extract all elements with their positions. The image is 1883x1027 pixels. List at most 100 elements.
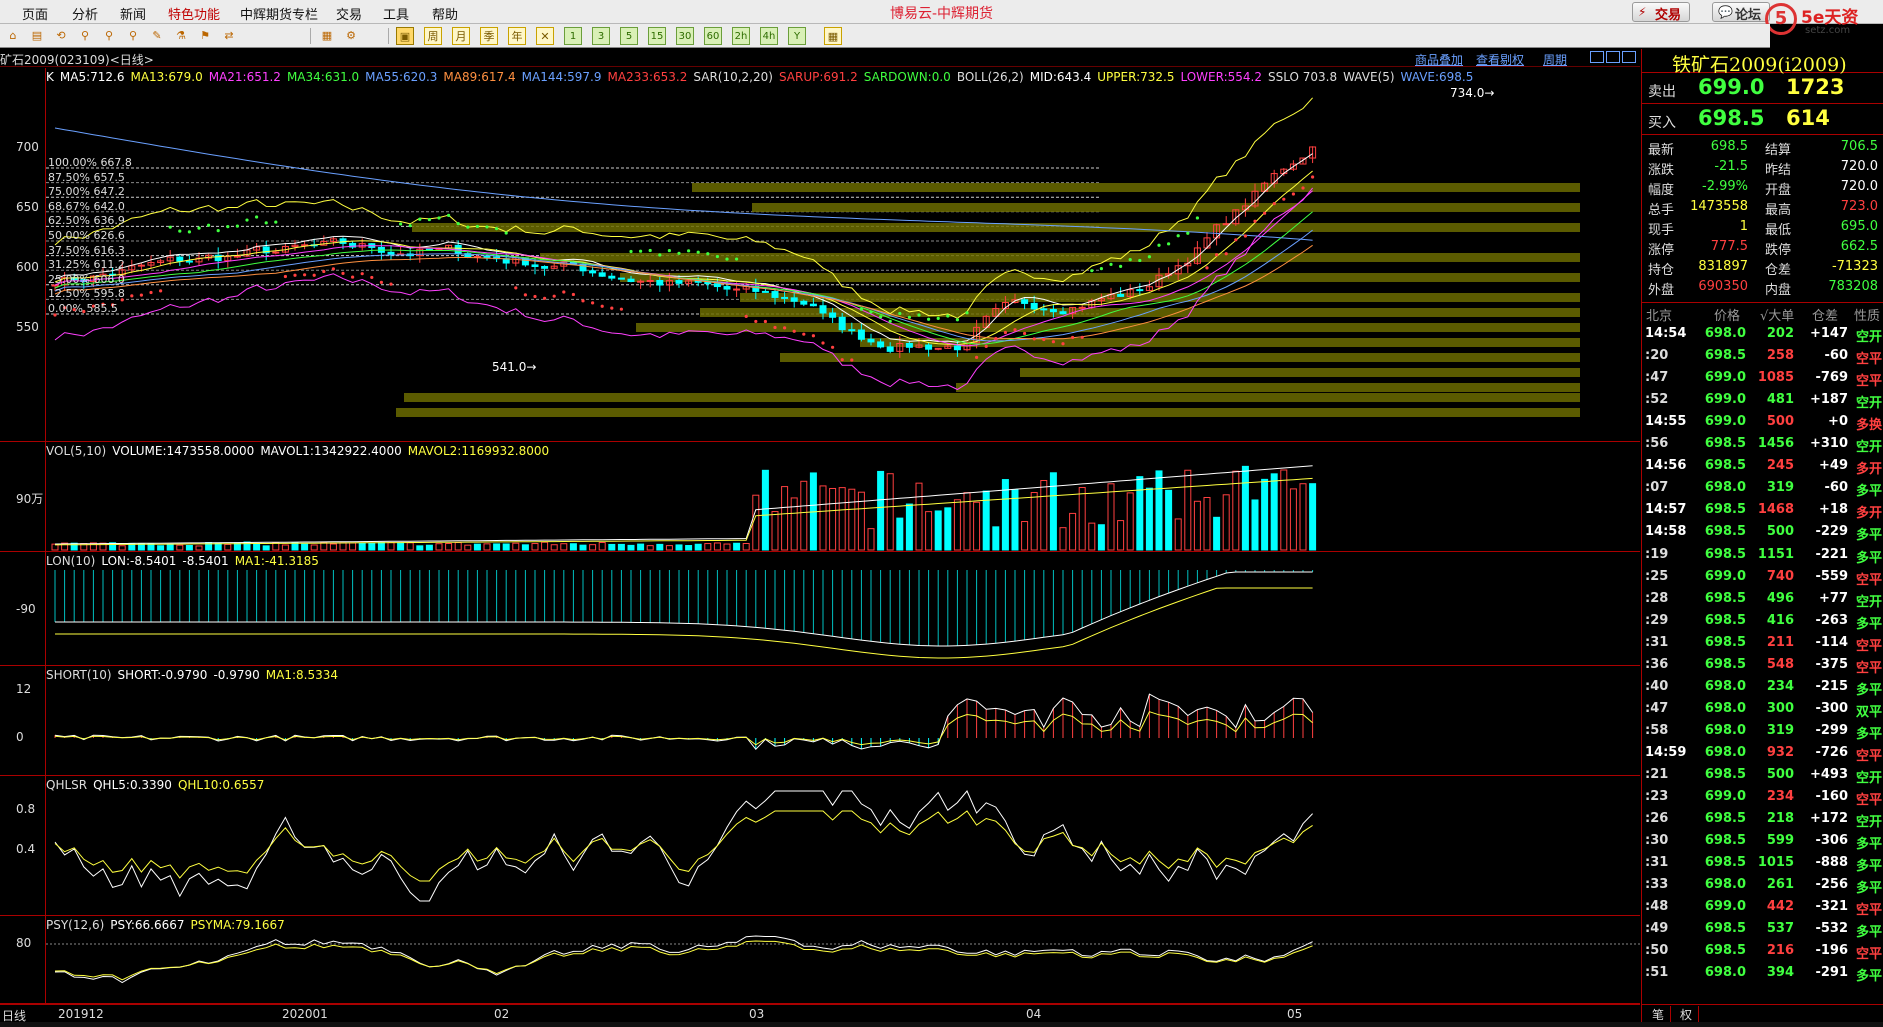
layout-icon-2[interactable]	[1606, 51, 1620, 63]
candle-body	[925, 344, 933, 350]
menu-item-6[interactable]: 工具	[383, 4, 409, 23]
volume-bar	[925, 511, 933, 551]
menu-item-1[interactable]: 分析	[72, 4, 98, 23]
menu-item-5[interactable]: 交易	[336, 4, 362, 23]
fib-label: 100.00% 667.8	[48, 156, 132, 169]
period-link[interactable]: 周期	[1543, 51, 1567, 68]
sar-dot	[984, 344, 988, 348]
minute-button-1[interactable]: 3	[592, 27, 610, 45]
trade-volume: 500	[1766, 414, 1794, 430]
minute-button-2[interactable]: 5	[620, 27, 638, 45]
lon-panel[interactable]: LON(10) LON:-8.5401 -8.5401 MA1:-41.3185 -90	[0, 552, 1640, 666]
trade-price: 699.0	[1704, 392, 1746, 408]
volume-bar	[819, 485, 827, 551]
candle-body	[627, 278, 635, 282]
minute-button-8[interactable]: Y	[788, 27, 806, 45]
sar-dot	[610, 306, 614, 310]
alarm-icon[interactable]: ✕	[536, 27, 554, 45]
trade-button[interactable]: ⚡ 交易	[1632, 2, 1691, 23]
pen-icon[interactable]: ✎	[148, 27, 166, 45]
period-button-3[interactable]: 年	[508, 27, 526, 45]
trade-nature: 空开	[1855, 771, 1882, 786]
list-icon[interactable]: ▤	[28, 27, 46, 45]
candle-body	[387, 251, 395, 255]
sar-dot	[792, 329, 796, 333]
trade-volume: 548	[1766, 656, 1794, 672]
fib-label: 25.00% 606.0	[48, 272, 125, 286]
trade-row: :31 698.5 211 -114 空平	[1642, 632, 1883, 654]
sell-row[interactable]: 卖出 699.0 1723	[1642, 74, 1883, 104]
volume-bar	[1241, 465, 1249, 551]
trade-time: :20	[1645, 348, 1669, 364]
candle-body	[656, 279, 664, 286]
volume-bar	[905, 503, 913, 551]
toolbar-separator	[388, 28, 389, 44]
trade-oi-change: -375	[1815, 656, 1848, 672]
sell-label: 卖出	[1648, 84, 1676, 100]
trade-time: 14:54	[1645, 326, 1687, 341]
menu-item-4[interactable]: 中辉期货专栏	[240, 4, 318, 23]
sar-dot	[475, 224, 479, 229]
menu-item-2[interactable]: 新闻	[120, 4, 146, 23]
volume-bar	[569, 543, 577, 551]
layout-icon-3[interactable]	[1622, 51, 1636, 63]
table-icon[interactable]: ▦	[318, 27, 336, 45]
minute-button-6[interactable]: 2h	[732, 27, 750, 45]
view-ex-rights-link[interactable]: 查看剔权	[1476, 51, 1524, 68]
swap-icon[interactable]: ⇄	[220, 27, 238, 45]
volume-panel[interactable]: VOL(5,10) VOLUME:1473558.0000 MAVOL1:13429…	[0, 442, 1640, 552]
zoom-icon[interactable]: ⚲	[76, 27, 94, 45]
menu-item-7[interactable]: 帮助	[432, 4, 458, 23]
volume-bar	[493, 543, 501, 551]
calculator-icon[interactable]: ▦	[824, 27, 842, 45]
zoom-in-icon[interactable]: ⚲	[100, 27, 118, 45]
toolbar: ⌂ ▤ ⟲ ⚲ ⚲ ⚲ ✎ ⚗ ⚑ ⇄ ▦ ⚙ ▣ 周月季年 ✕ 1 3 5 15 30 60 2h 4h Y ▦	[0, 24, 1770, 48]
forum-button[interactable]: 💬 论坛	[1712, 2, 1771, 23]
short-ytick: 0	[16, 730, 24, 744]
period-button-1[interactable]: 月	[452, 27, 470, 45]
flag-icon[interactable]: ⚑	[196, 27, 214, 45]
period-button-2[interactable]: 季	[480, 27, 498, 45]
minute-button-4[interactable]: 30	[676, 27, 694, 45]
menu-item-0[interactable]: 页面	[22, 4, 48, 23]
minute-button-0[interactable]: 1	[564, 27, 582, 45]
draw-icon[interactable]: ⚗	[172, 27, 190, 45]
volume-bar	[435, 543, 443, 551]
sar-dot	[168, 225, 172, 229]
volume-bar	[224, 543, 232, 551]
period-button-0[interactable]: 周	[424, 27, 442, 45]
short-panel[interactable]: SHORT(10) SHORT:-0.9790 -0.9790 MA1:8.5334 1…	[0, 666, 1640, 776]
psy-panel[interactable]: PSY(12,6) PSY:66.6667 PSYMA:79.1667 80	[0, 916, 1640, 1004]
commodity-overlay-link[interactable]: 商品叠加	[1415, 51, 1463, 68]
volume-bar	[704, 543, 712, 551]
candle-body	[176, 256, 184, 262]
buy-row[interactable]: 买入 698.5 614	[1642, 105, 1883, 135]
day-k-icon[interactable]: ▣	[396, 27, 414, 45]
minute-button-5[interactable]: 60	[704, 27, 722, 45]
indicator-icon[interactable]: ⚙	[342, 27, 360, 45]
menu-item-3[interactable]: 特色功能	[168, 4, 220, 23]
kline-panel[interactable]: K MA5:712.6 MA13:679.0 MA21:651.2 MA34:631.0…	[0, 68, 1640, 442]
sar-dot	[1282, 197, 1286, 201]
minute-button-3[interactable]: 15	[648, 27, 666, 45]
volume-bar	[1184, 469, 1192, 551]
volume-bar	[310, 544, 318, 551]
layout-icon-1[interactable]	[1590, 51, 1604, 63]
stat-label: 结算	[1765, 143, 1792, 158]
candle-body	[838, 316, 846, 331]
home-icon[interactable]: ⌂	[4, 27, 22, 45]
trade-price: 698.5	[1704, 590, 1746, 606]
sar-dot	[495, 227, 499, 231]
qhlsr-panel[interactable]: QHLSR QHL5:0.3390 QHL10:0.6557 0.8 0.4	[0, 776, 1640, 916]
tab-rights[interactable]: 权	[1674, 1006, 1700, 1023]
trade-oi-change: -160	[1815, 789, 1848, 805]
trade-time: :33	[1645, 877, 1669, 893]
volume-bar	[1030, 492, 1038, 551]
sar-dot	[1301, 186, 1305, 190]
tab-ticks[interactable]: 笔	[1646, 1006, 1672, 1023]
zoom-out-icon[interactable]: ⚲	[124, 27, 142, 45]
chart-area[interactable]: K MA5:712.6 MA13:679.0 MA21:651.2 MA34:631.0…	[0, 68, 1640, 1013]
refresh-icon[interactable]: ⟲	[52, 27, 70, 45]
minute-button-7[interactable]: 4h	[760, 27, 778, 45]
volume-bar	[531, 543, 539, 551]
